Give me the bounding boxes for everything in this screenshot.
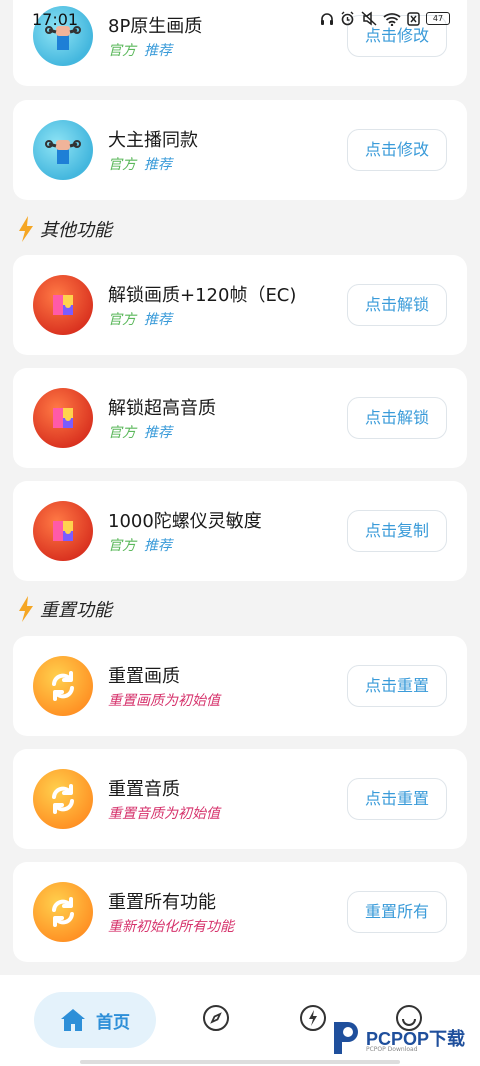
watermark-subtext: PCPOP Download <box>366 1046 418 1053</box>
reset-all-button[interactable]: 重置所有 <box>347 891 447 933</box>
section-header-reset: 重置功能 <box>18 594 112 624</box>
card-gyro-sensitivity: 1000陀螺仪灵敏度 官方 推荐 点击复制 <box>13 481 467 581</box>
compass-icon[interactable] <box>202 1004 230 1032</box>
refresh-icon <box>33 882 93 942</box>
card-unlock-audio: 解锁超高音质 官方 推荐 点击解锁 <box>13 368 467 468</box>
section-title: 其他功能 <box>40 220 112 241</box>
card-subtitle: 官方 推荐 <box>108 309 172 329</box>
home-icon <box>61 1009 85 1031</box>
card-reset-audio: 重置音质 重置音质为初始值 点击重置 <box>13 749 467 849</box>
tag-official: 官方 <box>108 312 136 328</box>
card-subtitle: 官方 推荐 <box>108 154 172 174</box>
card-description: 重置音质为初始值 <box>108 806 220 822</box>
refresh-icon <box>33 769 93 829</box>
wrench-icon <box>33 120 93 180</box>
tag-recommend: 推荐 <box>144 43 172 59</box>
section-header-other: 其他功能 <box>18 214 112 244</box>
tag-recommend: 推荐 <box>144 425 172 441</box>
modify-button[interactable]: 点击修改 <box>347 129 447 171</box>
card-unlock-quality-120fps: 解锁画质+120帧（EC) 官方 推荐 点击解锁 <box>13 255 467 355</box>
watermark: PCPOP下载 PCPOP Download <box>330 1020 465 1056</box>
card-subtitle: 官方 推荐 <box>108 422 172 442</box>
status-time: 17:01 <box>32 10 79 29</box>
puzzle-icon <box>33 501 93 561</box>
tag-recommend: 推荐 <box>144 157 172 173</box>
unlock-button[interactable]: 点击解锁 <box>347 284 447 326</box>
pcpop-logo-icon <box>334 1022 358 1054</box>
lightning-icon <box>19 596 33 622</box>
alarm-icon <box>341 11 354 26</box>
tag-recommend: 推荐 <box>144 538 172 554</box>
card-subtitle: 官方 推荐 <box>108 40 172 60</box>
tag-recommend: 推荐 <box>144 312 172 328</box>
tag-official: 官方 <box>108 425 136 441</box>
headphones-icon <box>321 12 333 25</box>
copy-button[interactable]: 点击复制 <box>347 510 447 552</box>
card-description: 重置画质为初始值 <box>108 693 220 709</box>
battery-icon: 47 <box>426 12 450 25</box>
unlock-button[interactable]: 点击解锁 <box>347 397 447 439</box>
card-reset-quality: 重置画质 重置画质为初始值 点击重置 <box>13 636 467 736</box>
nav-home-label: 首页 <box>96 1012 130 1033</box>
section-title: 重置功能 <box>40 600 112 621</box>
reset-button[interactable]: 点击重置 <box>347 665 447 707</box>
card-description: 重新初始化所有功能 <box>108 919 234 935</box>
status-icons: 47 <box>320 11 450 26</box>
puzzle-icon <box>33 388 93 448</box>
card-title: 解锁画质+120帧（EC) <box>108 285 297 306</box>
no-sim-icon <box>407 11 420 26</box>
home-indicator <box>80 1060 400 1064</box>
card-streamer-same: 大主播同款 官方 推荐 点击修改 <box>13 100 467 200</box>
card-title: 大主播同款 <box>108 130 198 151</box>
tag-official: 官方 <box>108 43 136 59</box>
card-title: 1000陀螺仪灵敏度 <box>108 511 262 532</box>
card-subtitle: 官方 推荐 <box>108 535 172 555</box>
card-reset-all: 重置所有功能 重新初始化所有功能 重置所有 <box>13 862 467 962</box>
puzzle-icon <box>33 275 93 335</box>
card-title: 解锁超高音质 <box>108 398 216 419</box>
lightning-tab-icon[interactable] <box>299 1004 327 1032</box>
status-bar: 17:01 47 <box>0 0 480 40</box>
tag-official: 官方 <box>108 538 136 554</box>
card-title: 重置音质 <box>108 779 180 800</box>
card-title: 重置画质 <box>108 666 180 687</box>
lightning-icon <box>19 216 33 242</box>
refresh-icon <box>33 656 93 716</box>
tag-official: 官方 <box>108 157 136 173</box>
reset-button[interactable]: 点击重置 <box>347 778 447 820</box>
mute-icon <box>361 11 377 26</box>
card-title: 重置所有功能 <box>108 892 216 913</box>
wifi-icon <box>383 12 401 26</box>
nav-home-tab[interactable]: 首页 <box>34 992 156 1048</box>
